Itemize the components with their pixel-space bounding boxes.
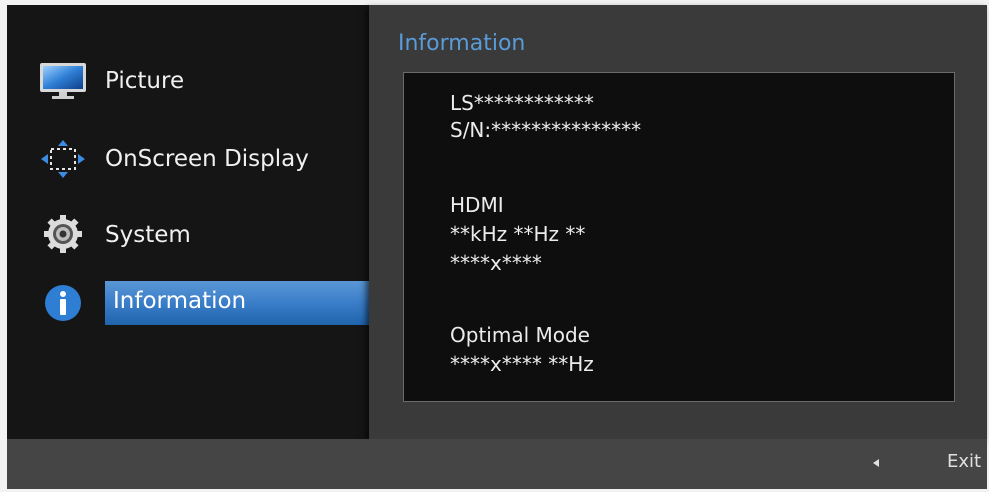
menu-item-picture[interactable]: Picture [7, 55, 369, 107]
menu-label-picture: Picture [105, 68, 185, 94]
serial-number: S/N:*************** [450, 118, 642, 142]
menu-label-information: Information [105, 281, 377, 325]
model-code: LS************ [450, 91, 594, 115]
left-arrow-icon[interactable] [873, 459, 879, 467]
gear-icon [44, 215, 82, 253]
menu-item-information[interactable]: Information [7, 277, 377, 329]
menu-item-onscreen-display[interactable]: OnScreen Display [7, 133, 369, 185]
menu-item-system[interactable]: System [7, 209, 369, 261]
exit-button[interactable]: Exit [947, 451, 981, 472]
footer-bar: Exit [7, 439, 987, 489]
signal-frequency: **kHz **Hz ** [450, 222, 586, 246]
osd-move-icon [41, 140, 85, 178]
optimal-mode-label: Optimal Mode [450, 323, 590, 347]
information-panel: Information LS************ S/N:*********… [369, 5, 987, 439]
monitor-icon [40, 63, 86, 99]
info-icon [45, 285, 81, 321]
osd-window: Picture OnScreen Display System Informat… [7, 5, 987, 489]
menu-label-onscreen-display: OnScreen Display [105, 146, 309, 172]
menu-label-system: System [105, 222, 191, 248]
info-box: LS************ S/N:*************** HDMI … [403, 72, 955, 402]
optimal-mode-value: ****x**** **Hz [450, 352, 594, 376]
main-menu: Picture OnScreen Display System Informat… [7, 5, 377, 439]
current-resolution: ****x**** [450, 251, 542, 275]
input-source: HDMI [450, 193, 504, 217]
panel-title: Information [398, 31, 526, 56]
